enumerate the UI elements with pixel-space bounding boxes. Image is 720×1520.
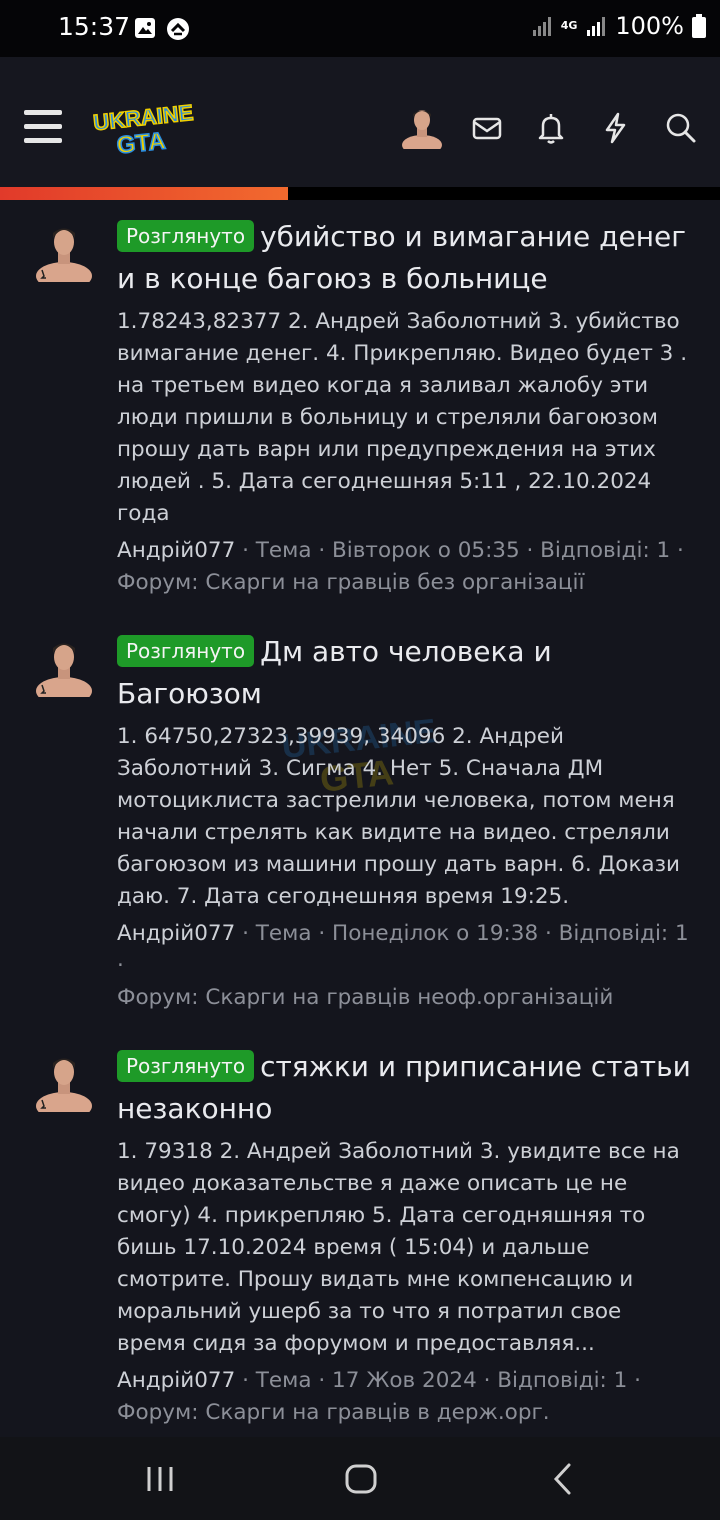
avatar[interactable] bbox=[34, 1052, 94, 1112]
status-notification-icons bbox=[134, 17, 190, 41]
thread-forum[interactable]: Форум: Скарги на гравців без організації bbox=[117, 570, 584, 595]
menu-button[interactable] bbox=[24, 110, 62, 144]
thread-snippet: 1. 79318 2. Андрей Заболотний 3. увидите… bbox=[117, 1139, 680, 1356]
system-nav-bar bbox=[0, 1437, 720, 1520]
status-time: 15:37 bbox=[58, 12, 131, 41]
thread-meta: Андрій077 · Тема · Понеділок о 19:38 · В… bbox=[117, 918, 692, 1014]
recent-apps-icon[interactable] bbox=[138, 1457, 182, 1501]
thread-meta-info: · Тема · 17 Жов 2024 · Відповіді: 1 · bbox=[235, 1368, 641, 1393]
signal-icon bbox=[587, 17, 606, 36]
thread-body: Розглянуто убийство и вимагание денег и в… bbox=[117, 216, 692, 599]
thread-body: Розглянуто стяжки и приписание статьи нез… bbox=[117, 1046, 692, 1429]
avatar[interactable] bbox=[400, 105, 444, 149]
battery-percent: 100% bbox=[615, 12, 684, 40]
search-icon[interactable] bbox=[664, 111, 698, 145]
menu-icon-bar bbox=[24, 110, 62, 115]
signal-icon bbox=[532, 17, 551, 36]
site-logo[interactable]: UKRAINE GTA bbox=[88, 101, 200, 159]
thread-title[interactable]: Розглянуто стяжки и приписание статьи нез… bbox=[117, 1046, 692, 1130]
status-bar: 15:37 4G 100% bbox=[0, 0, 720, 57]
thread-meta: Андрій077 · Тема · 17 Жов 2024 · Відпові… bbox=[117, 1365, 692, 1429]
speed-icon bbox=[167, 18, 189, 40]
bell-icon[interactable] bbox=[534, 111, 568, 145]
thread-title[interactable]: Розглянуто Дм авто человека и Багоюзом bbox=[117, 631, 692, 715]
status-badge: Розглянуто bbox=[117, 220, 255, 252]
avatar[interactable] bbox=[34, 222, 94, 282]
thread-title[interactable]: Розглянуто убийство и вимагание денег и в… bbox=[117, 216, 692, 300]
thread-forum[interactable]: Форум: Скарги на гравців неоф.організаці… bbox=[117, 985, 613, 1010]
thread-snippet: 1. 64750,27323,39939, 34096 2. Андрей За… bbox=[117, 724, 681, 909]
thread-meta: Андрій077 · Тема · Вівторок о 05:35 · Ві… bbox=[117, 535, 692, 599]
menu-icon-bar bbox=[24, 138, 62, 143]
network-type: 4G bbox=[560, 19, 578, 32]
thread-body: Розглянуто Дм авто человека и Багоюзом 1.… bbox=[117, 631, 692, 1014]
status-right-group: 4G 100% bbox=[531, 12, 706, 40]
thread-meta-info: · Тема · Вівторок о 05:35 · Відповіді: 1… bbox=[235, 538, 684, 563]
thread-author[interactable]: Андрій077 bbox=[117, 921, 235, 946]
thread-snippet: 1.78243,82377 2. Андрей Заболотний 3. уб… bbox=[117, 309, 688, 526]
lightning-icon[interactable] bbox=[599, 111, 633, 145]
status-badge: Розглянуто bbox=[117, 635, 255, 667]
scroll-progress-fill bbox=[0, 187, 288, 200]
menu-icon-bar bbox=[24, 124, 62, 129]
battery-icon bbox=[692, 14, 706, 38]
app-header: UKRAINE GTA bbox=[0, 57, 720, 200]
avatar[interactable] bbox=[34, 637, 94, 697]
logo-text-line2: GTA bbox=[115, 128, 166, 159]
image-icon bbox=[135, 18, 155, 38]
thread-author[interactable]: Андрій077 bbox=[117, 1368, 235, 1393]
status-badge: Розглянуто bbox=[117, 1050, 255, 1082]
thread-author[interactable]: Андрій077 bbox=[117, 538, 235, 563]
home-icon[interactable] bbox=[339, 1457, 383, 1501]
scroll-progress-bar bbox=[0, 187, 720, 200]
back-icon[interactable] bbox=[542, 1457, 586, 1501]
mail-icon[interactable] bbox=[470, 111, 504, 145]
thread-forum[interactable]: Форум: Скарги на гравців в держ.орг. bbox=[117, 1400, 550, 1425]
